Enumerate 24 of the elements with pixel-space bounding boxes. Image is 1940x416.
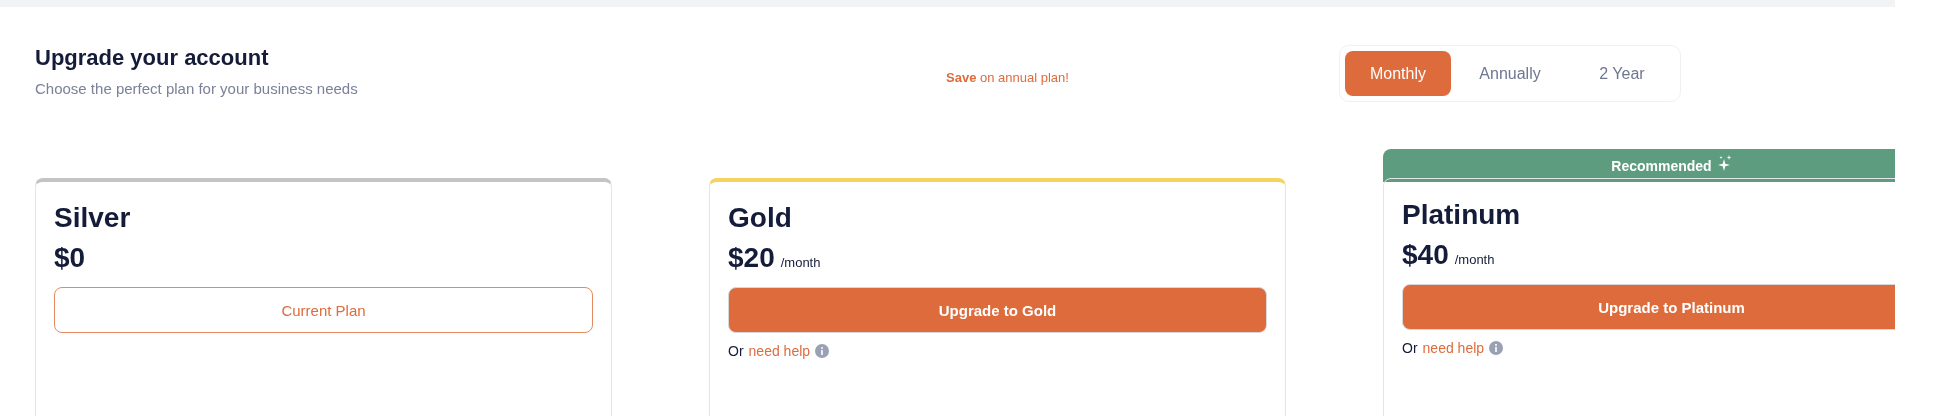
plan-name: Gold — [728, 202, 793, 234]
plan-button[interactable]: Current Plan — [54, 287, 593, 333]
help-prefix: Or — [1402, 340, 1418, 356]
plan-price: $0 — [54, 242, 86, 274]
plan-price: $40 — [1402, 239, 1449, 271]
page-subtitle: Choose the perfect plan for your business needs — [35, 80, 359, 97]
price-period: /month — [780, 255, 821, 270]
billing-tab[interactable]: Monthly — [1345, 51, 1451, 96]
info-icon — [815, 344, 830, 358]
banner-text: Recommended — [1611, 157, 1712, 174]
page-title: Upgrade your account — [35, 45, 270, 71]
billing-tab[interactable]: Annually — [1457, 51, 1563, 96]
help-prefix: Or — [728, 343, 744, 359]
billing-tab[interactable]: 2 Year — [1569, 51, 1675, 96]
plan-name: Silver — [54, 202, 132, 234]
need-help-link[interactable]: need help — [748, 343, 811, 359]
plan-price: $20 — [728, 242, 775, 274]
plan-button[interactable]: Upgrade to Gold — [728, 287, 1267, 333]
need-help-link[interactable]: need help — [1422, 340, 1485, 356]
price-period: /month — [1454, 252, 1495, 267]
promo-text: Save on annual plan! — [946, 70, 1070, 85]
info-icon — [1489, 341, 1504, 355]
plan-name: Platinum — [1402, 199, 1522, 231]
plan-button[interactable]: Upgrade to Platinum — [1402, 284, 1895, 330]
